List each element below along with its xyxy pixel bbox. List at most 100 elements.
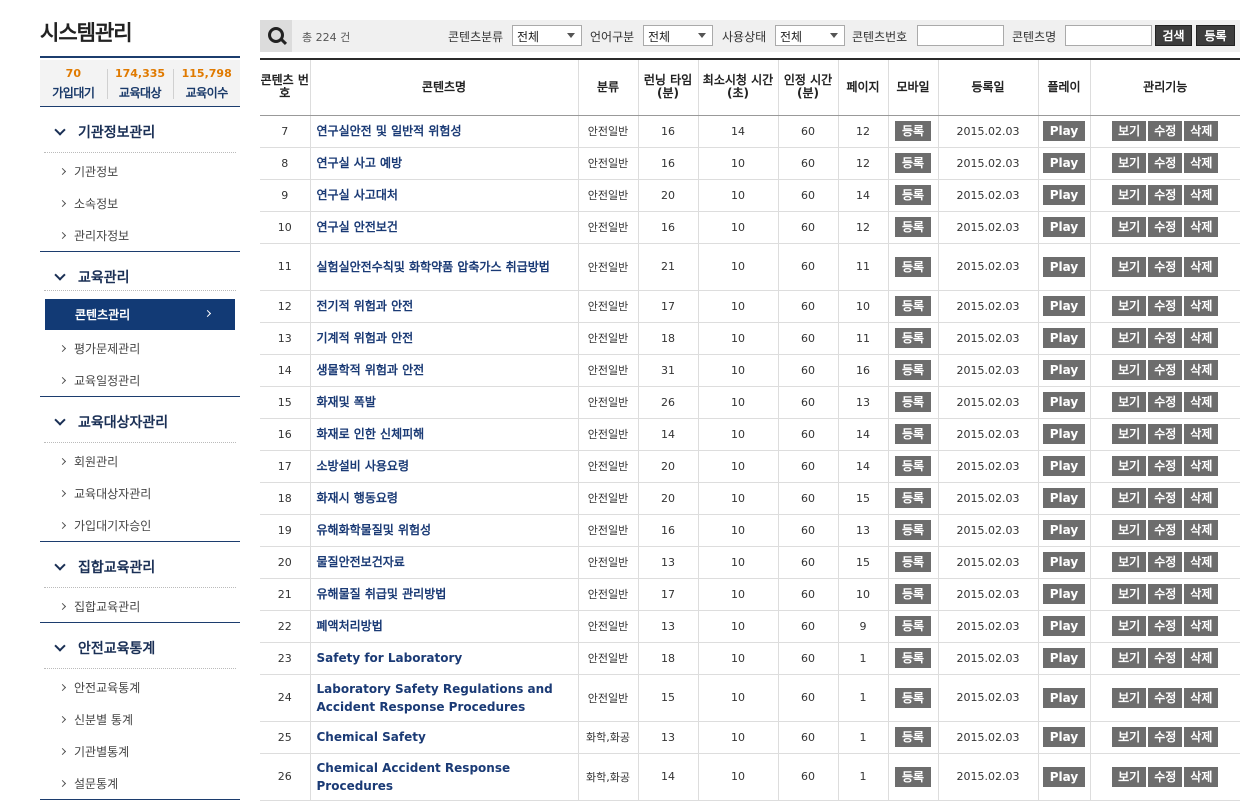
content-title-link[interactable]: 소방설비 사용요령 — [310, 450, 579, 483]
view-button[interactable]: 보기 — [1112, 520, 1147, 540]
play-button[interactable]: Play — [1042, 153, 1086, 173]
view-button[interactable]: 보기 — [1112, 392, 1147, 412]
content-name-input[interactable] — [1065, 25, 1152, 46]
play-button[interactable]: Play — [1042, 552, 1086, 572]
edit-button[interactable]: 수정 — [1148, 153, 1183, 173]
content-title-link[interactable]: Safety for Laboratory — [310, 642, 579, 675]
play-button[interactable]: Play — [1042, 456, 1086, 476]
delete-button[interactable]: 삭제 — [1184, 185, 1219, 205]
register-button[interactable]: 등록 — [1196, 25, 1235, 46]
content-title-link[interactable]: 유해물질 취급및 관리방법 — [310, 578, 579, 611]
edit-button[interactable]: 수정 — [1148, 766, 1183, 787]
content-title-link[interactable]: Chemical Safety — [310, 721, 579, 754]
sidebar-item-members[interactable]: 회원관리 — [60, 453, 118, 470]
edit-button[interactable]: 수정 — [1148, 392, 1183, 412]
view-button[interactable]: 보기 — [1112, 424, 1147, 444]
content-title-link[interactable]: 실험실안전수칙및 화학약품 압축가스 취급방법 — [310, 243, 579, 291]
view-button[interactable]: 보기 — [1112, 360, 1147, 380]
delete-button[interactable]: 삭제 — [1184, 552, 1219, 572]
stat-targets[interactable]: 174,335 교육대상 — [106, 60, 174, 106]
view-button[interactable]: 보기 — [1112, 687, 1147, 708]
delete-button[interactable]: 삭제 — [1184, 648, 1219, 668]
section-group-edu[interactable]: 집합교육관리 — [40, 557, 155, 577]
play-button[interactable]: Play — [1042, 424, 1086, 444]
stat-completed[interactable]: 115,798 교육이수 — [173, 60, 240, 106]
mobile-register-button[interactable]: 등록 — [894, 328, 932, 348]
sidebar-item-survey[interactable]: 설문통계 — [60, 775, 118, 792]
view-button[interactable]: 보기 — [1112, 256, 1147, 277]
play-button[interactable]: Play — [1042, 217, 1086, 237]
play-button[interactable]: Play — [1042, 392, 1086, 412]
edit-button[interactable]: 수정 — [1148, 552, 1183, 572]
sidebar-item-org-info[interactable]: 기관정보 — [60, 163, 118, 180]
mobile-register-button[interactable]: 등록 — [894, 766, 932, 787]
mobile-register-button[interactable]: 등록 — [894, 488, 932, 508]
edit-button[interactable]: 수정 — [1148, 360, 1183, 380]
delete-button[interactable]: 삭제 — [1184, 520, 1219, 540]
delete-button[interactable]: 삭제 — [1184, 687, 1219, 708]
content-title-link[interactable]: 화재및 폭발 — [310, 386, 579, 419]
edit-button[interactable]: 수정 — [1148, 328, 1183, 348]
mobile-register-button[interactable]: 등록 — [894, 360, 932, 380]
view-button[interactable]: 보기 — [1112, 584, 1147, 604]
delete-button[interactable]: 삭제 — [1184, 424, 1219, 444]
sidebar-item-trainees[interactable]: 교육대상자관리 — [60, 485, 151, 502]
content-title-link[interactable]: 폐액처리방법 — [310, 610, 579, 643]
delete-button[interactable]: 삭제 — [1184, 153, 1219, 173]
edit-button[interactable]: 수정 — [1148, 121, 1183, 141]
edit-button[interactable]: 수정 — [1148, 687, 1183, 708]
play-button[interactable]: Play — [1042, 727, 1086, 747]
delete-button[interactable]: 삭제 — [1184, 392, 1219, 412]
delete-button[interactable]: 삭제 — [1184, 256, 1219, 277]
section-org-info[interactable]: 기관정보관리 — [40, 122, 155, 142]
content-title-link[interactable]: 화재로 인한 신체피해 — [310, 418, 579, 451]
mobile-register-button[interactable]: 등록 — [894, 296, 932, 316]
sidebar-item-schedule[interactable]: 교육일정관리 — [60, 372, 140, 389]
delete-button[interactable]: 삭제 — [1184, 616, 1219, 636]
content-title-link[interactable]: Chemical Accident Response Procedures — [310, 753, 579, 801]
content-title-link[interactable]: 화재시 행동요령 — [310, 482, 579, 515]
play-button[interactable]: Play — [1042, 766, 1086, 787]
content-number-input[interactable] — [917, 25, 1004, 46]
mobile-register-button[interactable]: 등록 — [894, 727, 932, 747]
language-select[interactable]: 전체 — [643, 25, 713, 46]
view-button[interactable]: 보기 — [1112, 296, 1147, 316]
edit-button[interactable]: 수정 — [1148, 616, 1183, 636]
delete-button[interactable]: 삭제 — [1184, 296, 1219, 316]
delete-button[interactable]: 삭제 — [1184, 328, 1219, 348]
play-button[interactable]: Play — [1042, 648, 1086, 668]
play-button[interactable]: Play — [1042, 121, 1086, 141]
view-button[interactable]: 보기 — [1112, 121, 1147, 141]
view-button[interactable]: 보기 — [1112, 616, 1147, 636]
content-title-link[interactable]: 연구실 사고대처 — [310, 179, 579, 212]
view-button[interactable]: 보기 — [1112, 217, 1147, 237]
play-button[interactable]: Play — [1042, 520, 1086, 540]
mobile-register-button[interactable]: 등록 — [894, 584, 932, 604]
play-button[interactable]: Play — [1042, 687, 1086, 708]
sidebar-item-quiz[interactable]: 평가문제관리 — [60, 340, 140, 357]
mobile-register-button[interactable]: 등록 — [894, 552, 932, 572]
view-button[interactable]: 보기 — [1112, 153, 1147, 173]
content-title-link[interactable]: 전기적 위험과 안전 — [310, 290, 579, 323]
sidebar-item-stats-status[interactable]: 신분별 통계 — [60, 711, 133, 728]
section-statistics[interactable]: 안전교육통계 — [40, 638, 155, 658]
stat-pending[interactable]: 70 가입대기 — [40, 60, 107, 106]
sidebar-item-stats[interactable]: 안전교육통계 — [60, 679, 140, 696]
edit-button[interactable]: 수정 — [1148, 520, 1183, 540]
search-button[interactable]: 검색 — [1155, 25, 1192, 46]
content-title-link[interactable]: 기계적 위험과 안전 — [310, 322, 579, 355]
delete-button[interactable]: 삭제 — [1184, 360, 1219, 380]
sidebar-item-content-active[interactable]: 콘텐츠관리 — [45, 299, 235, 330]
play-button[interactable]: Play — [1042, 584, 1086, 604]
sidebar-item-stats-org[interactable]: 기관별통계 — [60, 743, 129, 760]
section-trainees[interactable]: 교육대상자관리 — [40, 412, 168, 432]
sidebar-item-group-edu[interactable]: 집합교육관리 — [60, 598, 140, 615]
view-button[interactable]: 보기 — [1112, 456, 1147, 476]
edit-button[interactable]: 수정 — [1148, 488, 1183, 508]
view-button[interactable]: 보기 — [1112, 488, 1147, 508]
mobile-register-button[interactable]: 등록 — [894, 687, 932, 708]
mobile-register-button[interactable]: 등록 — [894, 256, 932, 277]
content-title-link[interactable]: Laboratory Safety Regulations and Accide… — [310, 674, 579, 722]
mobile-register-button[interactable]: 등록 — [894, 616, 932, 636]
mobile-register-button[interactable]: 등록 — [894, 217, 932, 237]
